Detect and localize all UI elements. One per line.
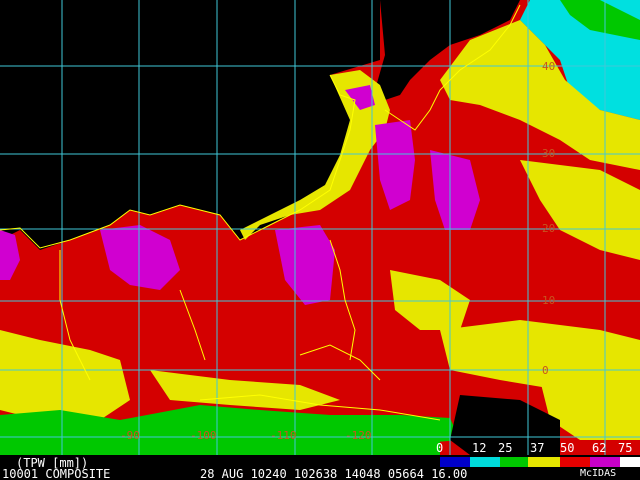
swatch-62 [590, 457, 620, 467]
scale-value: 37 [530, 441, 545, 455]
timestamp-label: 28 AUG 10240 102638 14048 05664 16.00 [200, 467, 468, 480]
swatch-50 [560, 457, 590, 467]
color-scale-labels: 0 12 25 37 50 62 75 [430, 442, 640, 456]
lat-label: 10 [542, 294, 555, 307]
lat-label: 0 [542, 364, 549, 377]
lon-label: -110 [270, 429, 297, 442]
swatch-12 [470, 457, 500, 467]
scale-value: 62 [592, 441, 607, 455]
swatch-25 [500, 457, 528, 467]
lat-label: 30 [542, 147, 555, 160]
dry-air-bottom-strip [0, 440, 440, 455]
swatch-37 [528, 457, 560, 467]
scale-value: 0 [436, 441, 444, 455]
scale-value: 75 [618, 441, 633, 455]
tpw-map: 40 30 20 10 0 -90 -100 -110 -120 [0, 0, 640, 455]
color-scale [440, 457, 640, 467]
source-label: McIDAS [580, 468, 617, 479]
scale-value: 25 [498, 441, 513, 455]
lon-label: -100 [190, 429, 217, 442]
lon-label: -90 [120, 429, 140, 442]
lat-label: 20 [542, 222, 555, 235]
product-label: 10001 COMPOSITE [2, 467, 111, 480]
scale-value: 50 [560, 441, 575, 455]
lon-label: -120 [345, 429, 372, 442]
swatch-0 [440, 457, 470, 467]
satellite-image-frame: 40 30 20 10 0 -90 -100 -110 -120 0 12 25… [0, 0, 640, 480]
lat-label: 40 [542, 60, 555, 73]
scale-value: 12 [472, 441, 487, 455]
swatch-75 [620, 457, 640, 467]
